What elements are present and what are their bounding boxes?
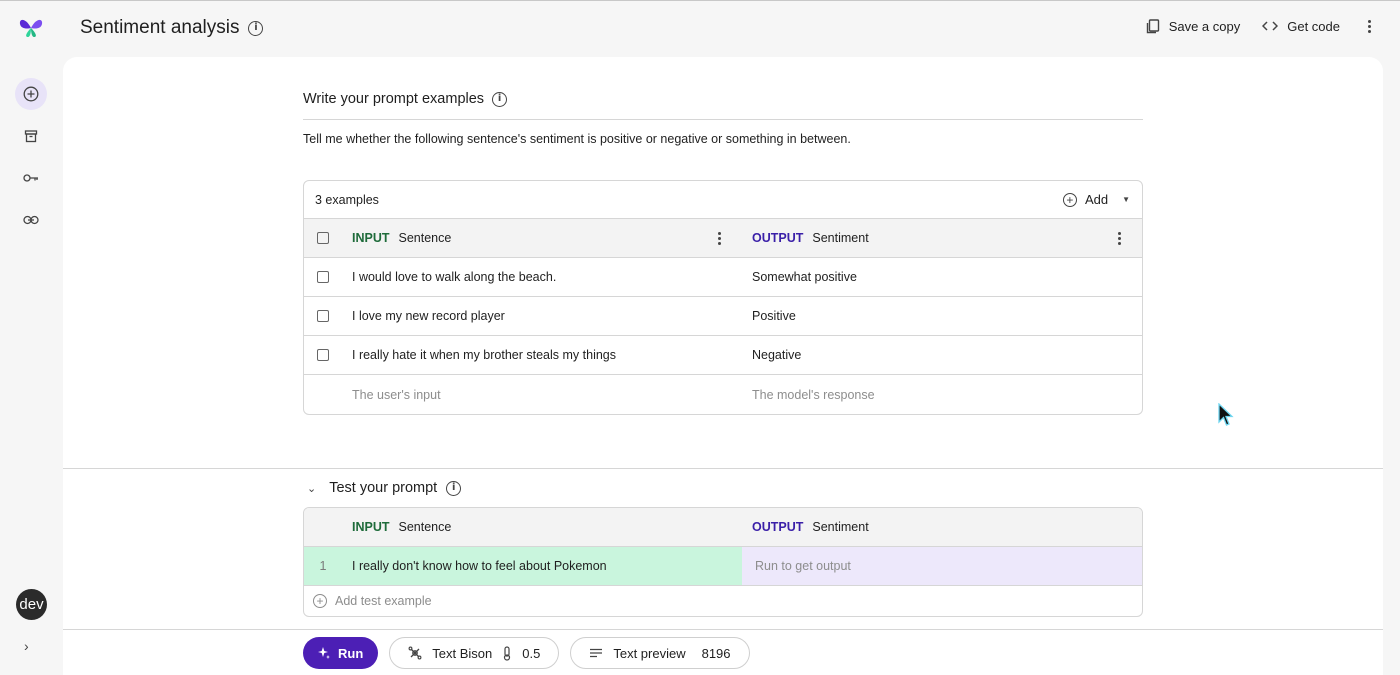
- temperature-icon: [504, 645, 511, 661]
- code-icon: [1262, 21, 1279, 31]
- row-checkbox[interactable]: [317, 310, 329, 322]
- prompt-section-title-text: Write your prompt examples: [303, 91, 485, 107]
- section-divider: [63, 468, 1383, 469]
- example-input-cell[interactable]: I would love to walk along the beach.: [352, 270, 742, 284]
- row-checkbox[interactable]: [317, 349, 329, 361]
- add-circle-icon: +: [313, 594, 327, 608]
- output-column-name: Sentiment: [812, 520, 869, 534]
- temperature-value: 0.5: [522, 645, 541, 661]
- info-icon[interactable]: i: [492, 91, 508, 107]
- test-output-cell: Run to get output: [742, 547, 1142, 585]
- get-code-label: Get code: [1287, 18, 1340, 34]
- app-logo-icon: [19, 19, 43, 37]
- dropdown-caret-icon[interactable]: ▼: [1122, 195, 1130, 204]
- divider: [63, 629, 1383, 630]
- table-row: I really hate it when my brother steals …: [304, 336, 1142, 375]
- table-row: 1 I really don't know how to feel about …: [304, 547, 1142, 586]
- copy-icon: [1146, 18, 1159, 33]
- examples-column-header-row: INPUT Sentence OUTPUT Sentiment: [304, 219, 1142, 258]
- table-row: I love my new record player Positive: [304, 297, 1142, 336]
- add-circle-icon: [23, 86, 39, 102]
- examples-table: 3 examples + Add ▼ INPUT Sentence OUTPUT S…: [303, 180, 1143, 415]
- link-icon: [23, 215, 39, 225]
- archive-icon: [24, 130, 38, 143]
- output-tag: OUTPUT: [752, 520, 804, 534]
- main-panel: Write your prompt examples i Tell me whe…: [63, 57, 1383, 675]
- prompt-instruction[interactable]: Tell me whether the following sentence's…: [303, 132, 851, 146]
- text-preview-label: Text preview: [613, 645, 686, 661]
- example-input-cell[interactable]: I really hate it when my brother steals …: [352, 348, 742, 362]
- row-checkbox[interactable]: [317, 271, 329, 283]
- mouse-cursor-icon: [1218, 403, 1234, 426]
- expand-rail-chevron-icon[interactable]: ›: [24, 638, 29, 654]
- output-column-menu-icon[interactable]: [1112, 230, 1126, 246]
- add-example-button[interactable]: + Add ▼: [1062, 192, 1130, 207]
- example-output-cell[interactable]: Positive: [742, 309, 1142, 323]
- run-label: Run: [338, 645, 364, 661]
- input-column-name: Sentence: [398, 520, 452, 534]
- text-preview-button[interactable]: Text preview 8196: [570, 637, 750, 669]
- table-row: I would love to walk along the beach. So…: [304, 258, 1142, 297]
- row-number: 1: [304, 547, 352, 585]
- add-example-label: Add: [1084, 192, 1109, 207]
- bottom-toolbar: Run Text Bison 0.5 Text preview 8196: [303, 637, 750, 669]
- add-test-example-label: Add test example: [335, 594, 432, 608]
- output-column-name[interactable]: Sentiment: [812, 231, 868, 245]
- input-column-name[interactable]: Sentence: [399, 231, 452, 245]
- more-options-icon[interactable]: [1362, 18, 1376, 34]
- divider: [303, 119, 1143, 120]
- input-tag: INPUT: [352, 520, 390, 534]
- model-settings-button[interactable]: Text Bison 0.5: [389, 637, 560, 669]
- get-code-button[interactable]: Get code: [1262, 19, 1340, 34]
- new-prompt-button[interactable]: [15, 78, 47, 110]
- collapse-chevron-icon[interactable]: ⌄: [307, 482, 316, 495]
- page-title: Sentiment analysis i: [80, 17, 264, 39]
- new-output-field[interactable]: The model's response: [742, 388, 1142, 402]
- examples-header: 3 examples + Add ▼: [304, 181, 1142, 219]
- output-tag: OUTPUT: [752, 231, 804, 245]
- sparkle-icon: [318, 647, 330, 659]
- prompt-section-title: Write your prompt examples i: [303, 91, 508, 107]
- add-circle-icon: +: [1062, 192, 1077, 207]
- info-icon[interactable]: i: [446, 480, 462, 496]
- run-button[interactable]: Run: [303, 637, 379, 669]
- avatar[interactable]: dev: [16, 589, 47, 620]
- select-all-checkbox[interactable]: [317, 232, 329, 244]
- lines-icon: [590, 648, 603, 658]
- example-output-cell[interactable]: Negative: [742, 348, 1142, 362]
- model-icon: [408, 646, 422, 660]
- info-icon[interactable]: i: [248, 20, 264, 36]
- links-button[interactable]: [15, 204, 47, 236]
- save-copy-button[interactable]: Save a copy: [1146, 18, 1241, 34]
- test-section-title-text: Test your prompt: [329, 480, 438, 496]
- test-table: INPUT Sentence OUTPUT Sentiment 1 I really…: [303, 507, 1143, 617]
- new-input-field[interactable]: The user's input: [352, 388, 742, 402]
- example-output-cell[interactable]: Somewhat positive: [742, 270, 1142, 284]
- library-button[interactable]: [15, 120, 47, 152]
- test-section-title: ⌄ Test your prompt i: [307, 480, 462, 496]
- add-test-example-button[interactable]: + Add test example: [304, 586, 1142, 616]
- top-actions: Save a copy Get code: [1146, 18, 1376, 34]
- model-name: Text Bison: [432, 645, 493, 661]
- api-key-button[interactable]: [15, 162, 47, 194]
- example-input-cell[interactable]: I love my new record player: [352, 309, 742, 323]
- key-icon: [23, 174, 38, 182]
- token-limit-value: 8196: [701, 645, 731, 661]
- save-copy-label: Save a copy: [1168, 18, 1241, 34]
- test-column-header-row: INPUT Sentence OUTPUT Sentiment: [304, 508, 1142, 547]
- new-example-row: The user's input The model's response: [304, 375, 1142, 414]
- input-column-menu-icon[interactable]: [712, 230, 726, 246]
- test-input-cell[interactable]: I really don't know how to feel about Po…: [352, 547, 742, 585]
- examples-count: 3 examples: [315, 192, 379, 207]
- input-tag: INPUT: [352, 231, 390, 245]
- page-title-text: Sentiment analysis: [80, 17, 240, 38]
